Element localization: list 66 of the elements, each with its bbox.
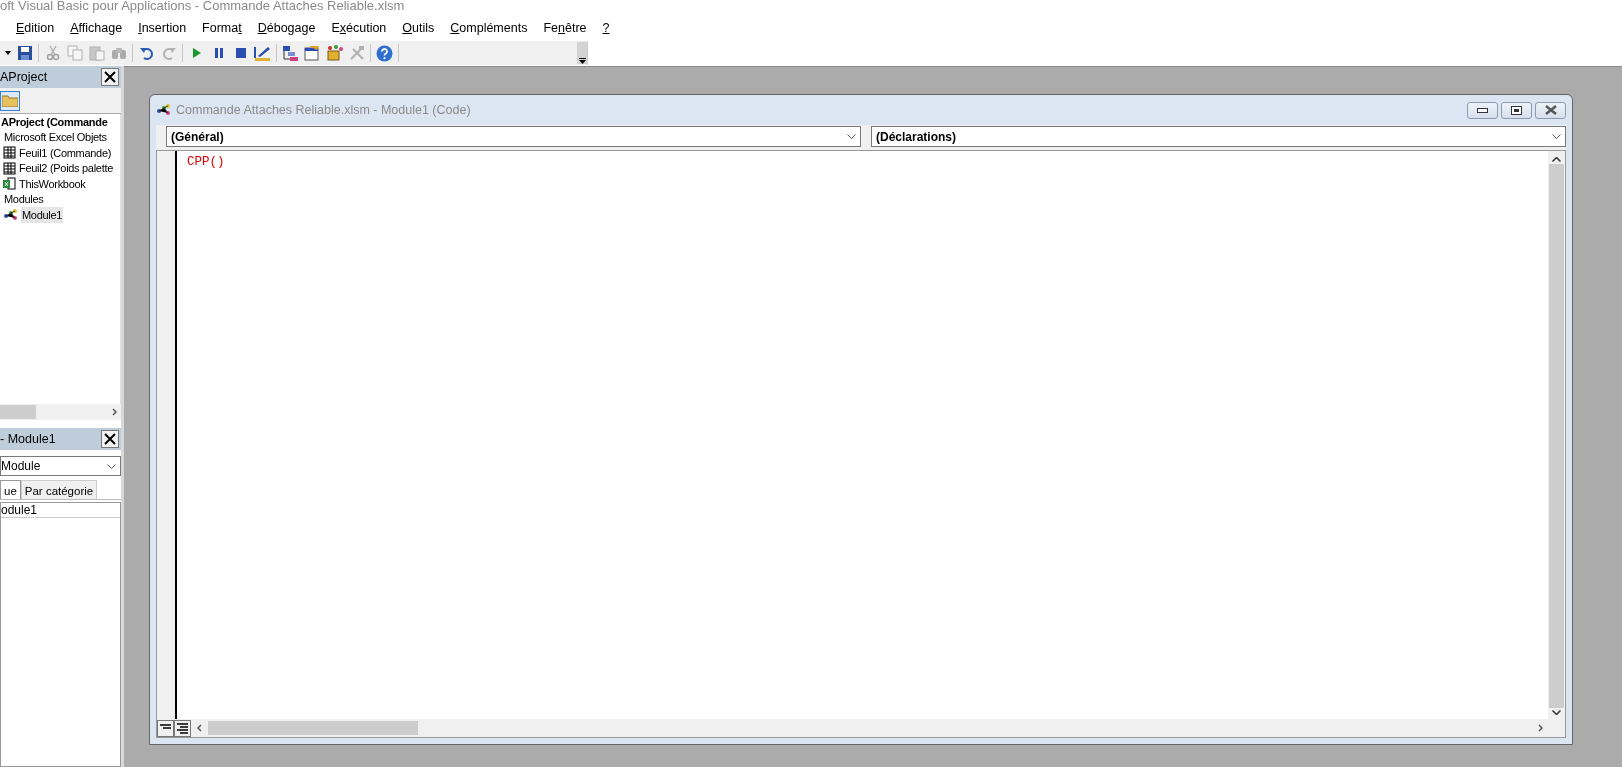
- minimize-icon: [1477, 107, 1488, 113]
- scroll-right-icon[interactable]: [112, 408, 117, 416]
- toolbar-options-icon[interactable]: [577, 42, 587, 64]
- restore-icon: [1511, 105, 1522, 115]
- restore-button[interactable]: [1501, 101, 1532, 119]
- menu-item[interactable]: Edition: [8, 16, 63, 40]
- dropdown-field[interactable]: Module: [0, 456, 121, 476]
- save-icon[interactable]: [15, 43, 34, 63]
- menu-item[interactable]: ?: [594, 16, 618, 40]
- panel-title: AProject: [0, 68, 48, 86]
- scrollbar-thumb[interactable]: [1549, 164, 1564, 708]
- menu-item[interactable]: Format: [194, 16, 250, 40]
- tree-item[interactable]: Feuil1 (Commande): [18, 144, 113, 161]
- chevron-down-icon: [107, 463, 116, 469]
- tree-item[interactable]: Feuil2 (Poids palette: [18, 160, 114, 177]
- scrollbar-thumb[interactable]: [208, 721, 418, 735]
- menu-item[interactable]: Outils: [394, 16, 443, 40]
- dropdown-field[interactable]: (Général): [166, 126, 861, 147]
- close-icon: [104, 71, 116, 83]
- chevron-down-icon: [847, 134, 856, 139]
- close-icon: [104, 433, 116, 445]
- close-button[interactable]: [101, 430, 119, 448]
- window-title: Commande Attaches Reliable.xlsm - Module1 (Code): [176, 101, 471, 119]
- procedure-view-icon: [160, 724, 171, 732]
- tab[interactable]: ue: [0, 480, 21, 499]
- tree-item[interactable]: ThisWorkbook: [18, 175, 87, 192]
- property-window-icon[interactable]: [303, 43, 322, 63]
- folder-icon: [2, 94, 18, 107]
- scroll-left-icon[interactable]: [197, 724, 202, 732]
- close-icon: [1544, 105, 1557, 115]
- module-icon: [3, 208, 19, 221]
- project-tree-icon[interactable]: [281, 43, 300, 63]
- menu-item[interactable]: Exécution: [323, 16, 395, 40]
- dropdown-field[interactable]: (Déclarations): [871, 126, 1566, 147]
- close-button[interactable]: [101, 68, 119, 86]
- window-title: oft Visual Basic pour Applications - Commande Attaches Reliable.xlsm: [0, 0, 406, 15]
- worksheet-icon: [3, 146, 16, 160]
- scrollbar-thumb[interactable]: [0, 405, 36, 419]
- scroll-down-icon[interactable]: [1552, 710, 1561, 715]
- menu-item[interactable]: Débogage: [249, 16, 324, 40]
- scroll-up-icon[interactable]: [1552, 157, 1561, 162]
- menu-item[interactable]: Insertion: [130, 16, 195, 40]
- full-module-view-button[interactable]: [174, 719, 191, 737]
- menu-item[interactable]: Compléments: [442, 16, 536, 40]
- tree-item[interactable]: Microsoft Excel Objets: [3, 129, 108, 146]
- tab[interactable]: Par catégorie: [20, 480, 98, 499]
- workbook-icon: [3, 177, 16, 191]
- help-icon[interactable]: [375, 43, 394, 63]
- folder-toggle-button[interactable]: [0, 90, 20, 111]
- tree-item[interactable]: Module1: [21, 206, 64, 223]
- tree-item[interactable]: Modules: [3, 191, 45, 208]
- full-module-view-icon: [177, 722, 188, 734]
- minimize-button[interactable]: [1467, 101, 1498, 119]
- chevron-down-icon: [1552, 134, 1561, 139]
- close-button[interactable]: [1535, 101, 1566, 119]
- tree-item[interactable]: AProject (Commande: [0, 114, 109, 130]
- worksheet-icon: [3, 161, 16, 175]
- menu-item[interactable]: Affichage: [62, 16, 131, 40]
- object-browser-icon[interactable]: [325, 43, 344, 63]
- menu-item[interactable]: Fenêtre: [535, 16, 595, 40]
- procedure-view-button[interactable]: [157, 719, 174, 737]
- module-icon: [156, 104, 172, 116]
- code-line: CPP(): [187, 154, 226, 171]
- scroll-right-icon[interactable]: [1538, 724, 1543, 732]
- panel-title: - Module1: [0, 430, 56, 448]
- property-value: odule1: [1, 503, 120, 518]
